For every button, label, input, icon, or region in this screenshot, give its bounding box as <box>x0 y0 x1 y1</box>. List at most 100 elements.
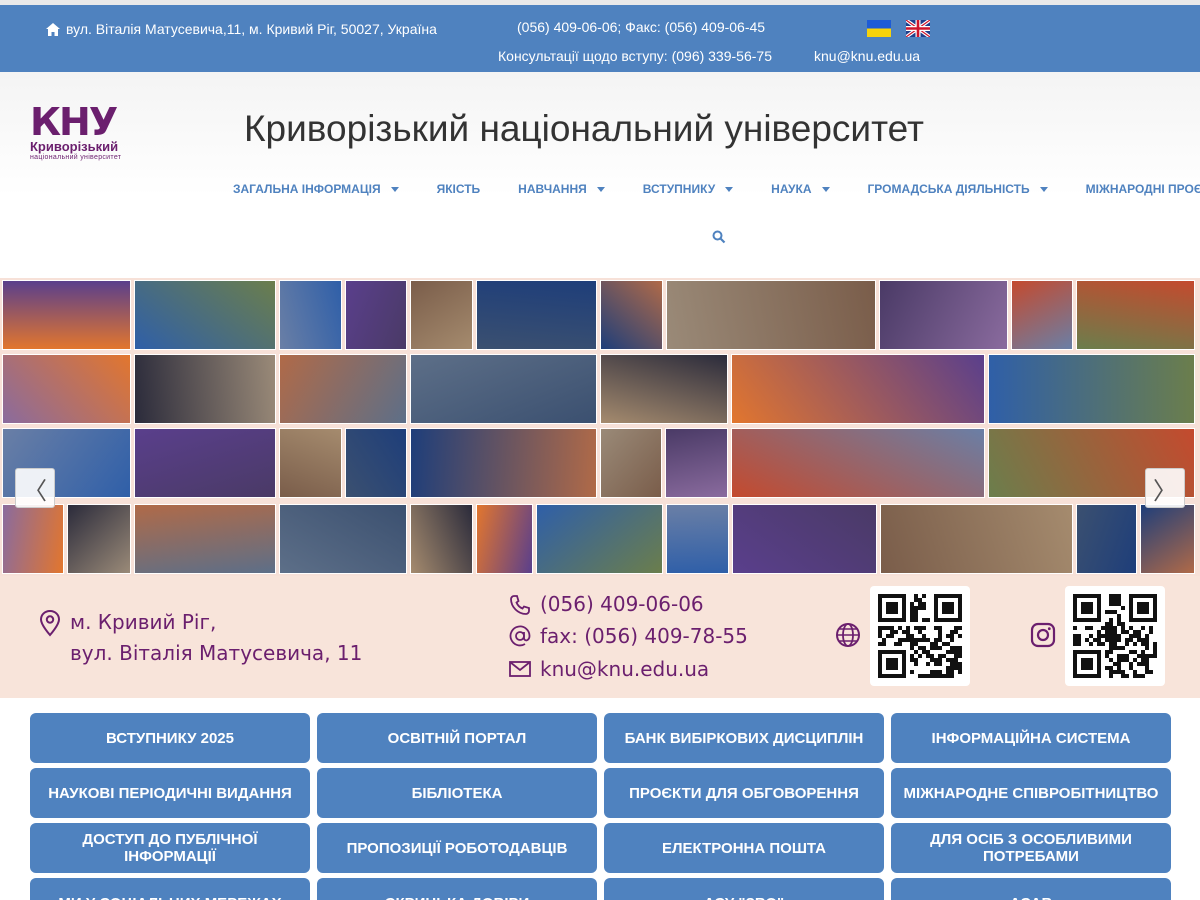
collage-photo <box>1076 504 1137 574</box>
library-button[interactable]: БІБЛІОТЕКА <box>317 768 597 818</box>
collage-photo <box>134 504 276 574</box>
collage-photo <box>600 354 728 424</box>
asav-button[interactable]: АСАВ <box>891 878 1171 900</box>
slider-next-button[interactable]: 〉 <box>1145 468 1185 508</box>
site-header: КНУ Криворізький національний університе… <box>0 72 1200 278</box>
collage-photo <box>410 428 597 498</box>
chevron-down-icon <box>1039 186 1048 192</box>
collage-photo <box>2 504 64 574</box>
collage-photo <box>345 280 407 350</box>
main-navigation: Загальна інформація Якість Навчання Всту… <box>214 182 1200 196</box>
collage-photo <box>279 280 342 350</box>
contact-fax: fax: (056) 409-78-55 <box>540 624 748 648</box>
collage-photo <box>476 280 597 350</box>
top-phone-fax[interactable]: (056) 409-06-06; Факс: (056) 409-06-45 <box>517 19 765 35</box>
flag-ua-icon[interactable] <box>867 20 891 37</box>
nav-item-education[interactable]: Навчання <box>499 182 624 196</box>
scientific-journals-button[interactable]: НАУКОВІ ПЕРІОДИЧНІ ВИДАННЯ <box>30 768 310 818</box>
nav-item-international-projects[interactable]: Міжнародні проєкти <box>1067 182 1200 196</box>
collage-photo <box>879 280 1008 350</box>
email-button[interactable]: ЕЛЕКТРОННА ПОШТА <box>604 823 884 873</box>
collage-photo <box>279 354 407 424</box>
envelope-icon <box>509 661 531 677</box>
nav-item-science[interactable]: Наука <box>752 182 848 196</box>
elective-courses-bank-button[interactable]: БАНК ВИБІРКОВИХ ДИСЦИПЛІН <box>604 713 884 763</box>
collage-photo <box>410 280 473 350</box>
collage-photo <box>279 504 407 574</box>
collage-photo <box>880 504 1073 574</box>
instagram-qr-code[interactable] <box>1065 586 1165 686</box>
nav-label: Загальна інформація <box>233 182 381 196</box>
collage-photo <box>1011 280 1073 350</box>
contact-city: м. Кривий Ріг, <box>70 610 217 634</box>
education-portal-button[interactable]: ОСВІТНІЙ ПОРТАЛ <box>317 713 597 763</box>
site-title: Криворізький національний університет <box>244 108 924 149</box>
collage-photo <box>988 354 1195 424</box>
collage-photo <box>476 504 533 574</box>
phone-icon <box>510 595 530 615</box>
contact-address: м. Кривий Ріг, вул. Віталія Матусевича, … <box>70 607 362 669</box>
contact-email[interactable]: knu@knu.edu.ua <box>540 657 709 681</box>
trust-box-button[interactable]: СКРИНЬКА ДОВІРИ <box>317 878 597 900</box>
university-logo[interactable]: КНУ Криворізький національний університе… <box>30 100 134 164</box>
nav-label: Якість <box>436 182 481 196</box>
top-address: вул. Віталія Матусевича,11, м. Кривий Рі… <box>66 21 437 37</box>
social-networks-button[interactable]: МИ У СОЦІАЛЬНИХ МЕРЕЖАХ <box>30 878 310 900</box>
collage-photo <box>134 280 276 350</box>
applicant-2025-button[interactable]: ВСТУПНИКУ 2025 <box>30 713 310 763</box>
collage-photo <box>1076 280 1195 350</box>
public-information-button[interactable]: ДОСТУП ДО ПУБЛІЧНОЇ ІНФОРМАЦІЇ <box>30 823 310 873</box>
top-email-link[interactable]: knu@knu.edu.ua <box>814 48 920 64</box>
contact-phone[interactable]: (056) 409-06-06 <box>540 592 704 616</box>
asu-zvo-button[interactable]: АСУ "ЗВО" <box>604 878 884 900</box>
collage-photo <box>2 354 131 424</box>
collage-photo <box>410 504 473 574</box>
website-qr-code[interactable] <box>870 586 970 686</box>
collage-photo <box>536 504 663 574</box>
collage-photo <box>731 428 985 498</box>
nav-item-quality[interactable]: Якість <box>418 182 500 196</box>
collage-photo <box>600 280 663 350</box>
projects-discussion-button[interactable]: ПРОЄКТИ ДЛЯ ОБГОВОРЕННЯ <box>604 768 884 818</box>
search-icon[interactable] <box>712 230 726 244</box>
top-info-bar: вул. Віталія Матусевича,11, м. Кривий Рі… <box>0 0 1200 72</box>
language-switcher <box>867 20 930 37</box>
chevron-down-icon <box>390 186 399 192</box>
logo-abbreviation: КНУ <box>30 100 118 144</box>
home-icon <box>46 22 60 36</box>
nav-label: Міжнародні проєкти <box>1085 182 1200 196</box>
employer-offers-button[interactable]: ПРОПОЗИЦІЇ РОБОТОДАВЦІВ <box>317 823 597 873</box>
collage-photo <box>2 280 131 350</box>
collage-photo <box>731 354 985 424</box>
contact-strip: м. Кривий Ріг, вул. Віталія Матусевича, … <box>0 576 1200 698</box>
collage-photo <box>410 354 597 424</box>
logo-line-2: національний університет <box>30 154 122 161</box>
collage-photo <box>666 280 876 350</box>
slider-prev-button[interactable]: 〈 <box>15 468 55 508</box>
map-pin-icon <box>39 609 61 637</box>
nav-item-public-activity[interactable]: Громадська діяльність <box>849 182 1067 196</box>
nav-label: Навчання <box>518 182 587 196</box>
nav-label: Наука <box>771 182 812 196</box>
collage-photo <box>345 428 407 498</box>
nav-label: Громадська діяльність <box>867 182 1030 196</box>
nav-item-general-info[interactable]: Загальна інформація <box>214 182 418 196</box>
collage-photo <box>134 428 276 498</box>
globe-icon[interactable] <box>835 622 861 648</box>
contact-street: вул. Віталія Матусевича, 11 <box>70 641 363 665</box>
nav-item-applicant[interactable]: Вступнику <box>624 182 752 196</box>
flag-uk-icon[interactable] <box>906 20 930 37</box>
collage-photo <box>279 428 342 498</box>
information-system-button[interactable]: ІНФОРМАЦІЙНА СИСТЕМА <box>891 713 1171 763</box>
logo-line-1: Криворізький <box>30 139 119 154</box>
collage-photo <box>732 504 877 574</box>
collage-photo <box>666 504 729 574</box>
chevron-down-icon <box>725 186 734 192</box>
special-needs-button[interactable]: ДЛЯ ОСІБ З ОСОБЛИВИМИ ПОТРЕБАМИ <box>891 823 1171 873</box>
instagram-icon[interactable] <box>1030 622 1056 648</box>
collage-photo <box>134 354 276 424</box>
collage-photo <box>1140 504 1195 574</box>
top-consult-phone[interactable]: Консультації щодо вступу: (096) 339-56-7… <box>498 48 772 64</box>
photo-collage-slider[interactable]: 〈 〉 <box>0 278 1200 576</box>
international-cooperation-button[interactable]: МІЖНАРОДНЕ СПІВРОБІТНИЦТВО <box>891 768 1171 818</box>
